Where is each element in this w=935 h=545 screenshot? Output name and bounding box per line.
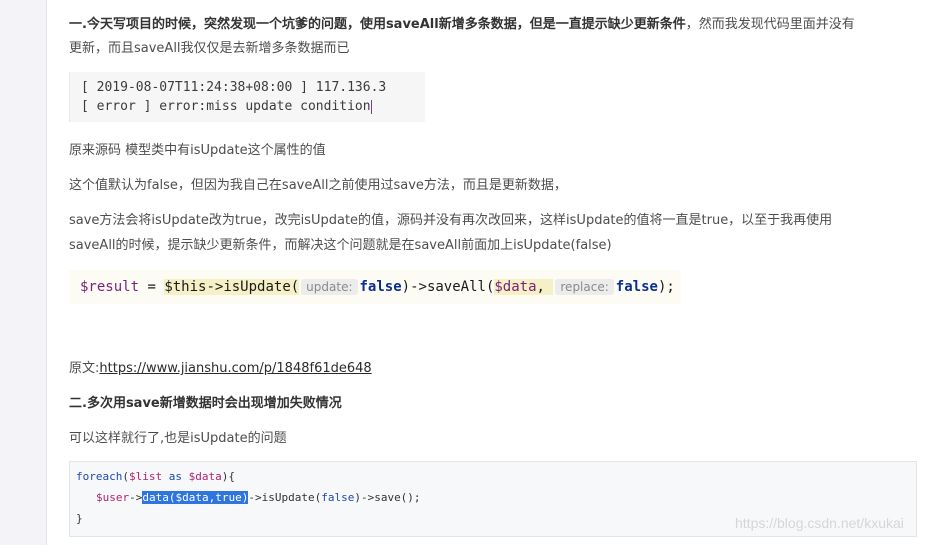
snippet-data-var: $data bbox=[494, 279, 537, 295]
watermark: https://blog.csdn.net/kxukai bbox=[735, 515, 904, 531]
snippet-false-2: false bbox=[615, 279, 658, 295]
log-line-1: [ 2019-08-07T11:24:38+08:00 ] 117.136.3 bbox=[81, 80, 387, 95]
paragraph-source-note: 原来源码 模型类中有isUpdate这个属性的值 bbox=[69, 143, 326, 158]
code-isupdate-call: ->isUpdate( bbox=[248, 491, 322, 504]
code-arrow: -> bbox=[129, 491, 143, 504]
paragraph-explanation-line2: saveAll的时候，提示缺少更新条件，而解决这个问题就是在saveAll前面加… bbox=[69, 238, 612, 253]
code-selected-text[interactable]: data($data,true) bbox=[142, 491, 249, 504]
code-brace-open: ){ bbox=[221, 470, 235, 483]
log-line-2: [ error ] error:miss update condition bbox=[81, 99, 372, 114]
source-label: 原文: bbox=[69, 361, 100, 376]
paragraph-fix-note: 可以这样就行了,也是isUpdate的问题 bbox=[69, 431, 287, 446]
code-kw-foreach: foreach bbox=[76, 470, 123, 483]
intro-rest-text: ，然而我发现代码里面并没有 bbox=[685, 17, 855, 32]
text-caret bbox=[370, 99, 372, 114]
code-line-1: foreach($list as $data){ bbox=[76, 470, 235, 483]
code-var-list: $list bbox=[128, 470, 163, 483]
snippet-false-1: false bbox=[359, 279, 402, 295]
code-save-call: )->save(); bbox=[354, 491, 421, 504]
paragraph-explanation-line1: save方法会将isUpdate改为true，改完isUpdate的值，源码并没… bbox=[69, 213, 833, 228]
log-line-2-text: [ error ] error:miss update condition bbox=[81, 99, 371, 114]
code-paren-open: ( bbox=[122, 470, 129, 483]
code-false: false bbox=[321, 491, 355, 504]
paragraph-intro: 一.今天写项目的时候，突然发现一个坑爹的问题，使用saveAll新增多条数据，但… bbox=[69, 13, 855, 37]
left-gutter bbox=[0, 0, 47, 545]
snippet-hint-update: update: bbox=[301, 279, 358, 295]
snippet-this-call: $this->isUpdate( bbox=[164, 279, 300, 295]
code-kw-as: as bbox=[162, 470, 189, 483]
intro-bold-text: 一.今天写项目的时候，突然发现一个坑爹的问题，使用saveAll新增多条数据，但… bbox=[69, 17, 686, 32]
snippet-comma: , bbox=[536, 279, 554, 295]
snippet-equals: = bbox=[139, 279, 165, 295]
paragraph-intro-line2: 更新，而且saveAll我仅仅是去新增多条数据而已 bbox=[69, 41, 350, 56]
code-var-data: $data bbox=[188, 470, 222, 483]
snippet-mid: )->saveAll( bbox=[401, 279, 495, 295]
code-line-2: $user->data($data,true)->isUpdate(false)… bbox=[96, 491, 421, 504]
code-line-3: } bbox=[76, 512, 83, 525]
snippet-end: ); bbox=[657, 279, 675, 295]
paragraph-default-value: 这个值默认为false，但因为我自己在saveAll之前使用过save方法，而且… bbox=[69, 178, 567, 193]
error-log-block: [ 2019-08-07T11:24:38+08:00 ] 117.136.3 … bbox=[69, 72, 425, 122]
heading-section-2: 二.多次用save新增数据时会出现增加失败情况 bbox=[69, 396, 342, 411]
snippet-result-var: $result bbox=[80, 279, 140, 295]
paragraph-source-link: 原文:https://www.jianshu.com/p/1848f61de64… bbox=[69, 357, 372, 381]
snippet-hint-replace: replace: bbox=[555, 279, 614, 295]
code-snippet-saveall: $result = $this->isUpdate(update: false)-… bbox=[69, 270, 681, 304]
code-var-user: $user bbox=[96, 491, 130, 504]
source-link[interactable]: https://www.jianshu.com/p/1848f61de648 bbox=[99, 361, 371, 376]
